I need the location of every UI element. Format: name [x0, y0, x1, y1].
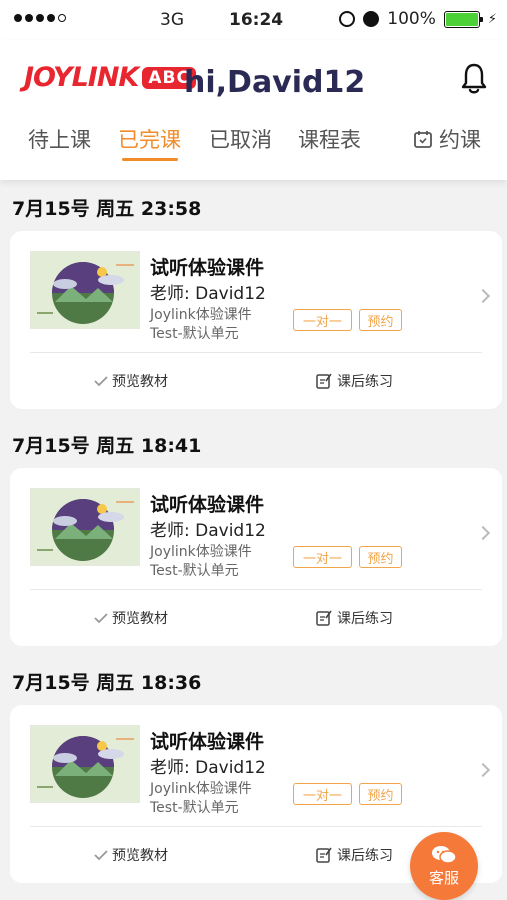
- charging-icon: ⚡: [487, 11, 497, 27]
- tab-upcoming[interactable]: 待上课: [28, 124, 91, 154]
- battery-icon: [443, 10, 483, 28]
- unit-name: Test-默认单元: [150, 563, 239, 579]
- course-name: Joylink体验课件: [150, 544, 252, 560]
- lesson-card[interactable]: 试听体验课件 老师: David12 Joylink体验课件 Test-默认单元…: [10, 468, 502, 646]
- lesson-card[interactable]: 试听体验课件 老师: David12 Joylink体验课件 Test-默认单元…: [10, 231, 502, 409]
- course-thumbnail: [30, 725, 140, 803]
- homework-button[interactable]: 课后练习: [315, 845, 393, 865]
- teacher-name: 老师: David12: [150, 521, 266, 541]
- battery-percent: 100%: [387, 9, 436, 29]
- unit-name: Test-默认单元: [150, 800, 239, 816]
- clock: 16:24: [229, 10, 284, 30]
- lesson-status-badge: 预约: [359, 309, 402, 331]
- course-title: 试听体验课件: [150, 731, 265, 753]
- lesson-status-badge: 预约: [359, 546, 402, 568]
- tab-bar: 待上课 已完课 已取消 课程表 约课: [0, 124, 507, 164]
- course-title: 试听体验课件: [150, 494, 265, 516]
- tab-schedule[interactable]: 课程表: [298, 124, 361, 154]
- check-icon: [94, 376, 108, 387]
- chevron-right-icon[interactable]: [475, 762, 491, 778]
- lesson-type-badge: 一对一: [293, 309, 352, 331]
- preview-materials-button[interactable]: 预览教材: [94, 608, 168, 628]
- homework-button[interactable]: 课后练习: [315, 608, 393, 628]
- course-thumbnail: [30, 488, 140, 566]
- teacher-name: 老师: David12: [150, 758, 266, 778]
- check-icon: [94, 613, 108, 624]
- tab-completed[interactable]: 已完课: [118, 124, 181, 154]
- unit-name: Test-默认单元: [150, 326, 239, 342]
- check-icon: [94, 850, 108, 861]
- teacher-name: 老师: David12: [150, 284, 266, 304]
- lesson-status-badge: 预约: [359, 783, 402, 805]
- divider: [30, 826, 482, 827]
- app-header: JOYLINK ABC hi,David12 待上课 已完课 已取消 课程表 约…: [0, 40, 507, 180]
- course-thumbnail: [30, 251, 140, 329]
- carrier-label: 3G: [160, 10, 184, 30]
- lesson-date: 7月15号 周五 18:41: [12, 435, 202, 457]
- edit-note-icon: [316, 373, 332, 389]
- lesson-type-badge: 一对一: [293, 783, 352, 805]
- alarm-icon: [363, 11, 380, 27]
- book-lesson-button[interactable]: 约课: [413, 124, 481, 154]
- preview-materials-button[interactable]: 预览教材: [94, 845, 168, 865]
- rotation-lock-icon: [339, 11, 356, 27]
- tab-cancelled[interactable]: 已取消: [209, 124, 272, 154]
- course-name: Joylink体验课件: [150, 781, 252, 797]
- joylink-logo: JOYLINK ABC: [24, 62, 196, 93]
- edit-note-icon: [316, 610, 332, 626]
- preview-materials-button[interactable]: 预览教材: [94, 371, 168, 391]
- active-tab-indicator: [122, 158, 178, 161]
- greeting-title: hi,David12: [184, 65, 366, 100]
- lesson-type-badge: 一对一: [293, 546, 352, 568]
- divider: [30, 352, 482, 353]
- homework-button[interactable]: 课后练习: [315, 371, 393, 391]
- status-bar: 3G 16:24 100% ⚡: [0, 0, 507, 40]
- chevron-right-icon[interactable]: [475, 525, 491, 541]
- divider: [30, 589, 482, 590]
- calendar-icon: [414, 131, 432, 148]
- signal-icon: [14, 14, 66, 22]
- bell-icon[interactable]: [459, 62, 489, 96]
- course-name: Joylink体验课件: [150, 307, 252, 323]
- course-title: 试听体验课件: [150, 257, 265, 279]
- edit-note-icon: [316, 847, 332, 863]
- chevron-right-icon[interactable]: [475, 288, 491, 304]
- lesson-date: 7月15号 周五 23:58: [12, 198, 202, 220]
- lesson-date: 7月15号 周五 18:36: [12, 672, 202, 694]
- wechat-icon: [432, 845, 457, 864]
- customer-service-button[interactable]: 客服: [410, 832, 478, 900]
